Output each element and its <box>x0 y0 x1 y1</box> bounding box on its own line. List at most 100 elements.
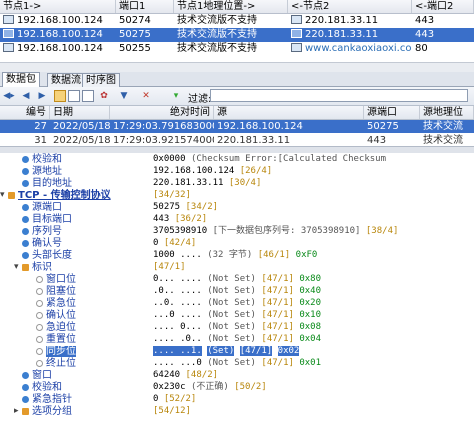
computer-icon <box>291 15 302 24</box>
packet-row-selected[interactable]: 27 2022/05/18 17:29:03.791683000 192.168… <box>0 120 474 133</box>
tree-row[interactable]: 源端口 50275 [34/2] <box>0 202 474 213</box>
tree-value: [47/1] <box>153 262 186 273</box>
field-icon <box>22 204 29 211</box>
col-geo[interactable]: 源地理位 <box>420 106 474 119</box>
field-offset: [34/2] <box>185 202 219 212</box>
tree-row[interactable]: 终止位 .... ...0 (Not Set) [47/1] 0x01 <box>0 358 474 369</box>
col-date[interactable]: 日期 <box>50 106 110 119</box>
col-time[interactable]: 绝对时间 <box>110 106 214 119</box>
field-comment: (32 字节) <box>207 250 253 260</box>
filter-toggle-icon[interactable]: ▾ <box>170 90 182 102</box>
bit-icon <box>36 312 43 319</box>
packet-sport: 443 <box>367 135 387 146</box>
tab-flows[interactable]: 数据流 <box>47 73 85 87</box>
nav-prev-icon[interactable]: ◀ <box>20 90 32 102</box>
filter-icon[interactable]: ▼ <box>118 90 130 102</box>
expand-icon[interactable]: ▸ <box>14 406 19 417</box>
field-icon <box>22 384 29 391</box>
packet-row[interactable]: 31 2022/05/18 17:29:03.921574000 220.181… <box>0 134 474 146</box>
session-row-selected[interactable]: 192.168.100.124 50275 技术交流版不支持 220.181.3… <box>0 28 474 42</box>
tree-row[interactable]: 源地址 192.168.100.124 [26/4] <box>0 166 474 177</box>
field-value: ..0. .... <box>153 298 202 308</box>
tree-row[interactable]: 校验和 0x0000 (Checksum Error:[Calculated Ch… <box>0 154 474 165</box>
nav-next-icon[interactable]: ▶ <box>36 90 48 102</box>
session-row[interactable]: 192.168.100.124 50274 技术交流版不支持 220.181.3… <box>0 14 474 28</box>
tree-row-selected[interactable]: 同步位 .... ..1. (Set) [47/1] 0x02 <box>0 346 474 357</box>
field-icon <box>22 216 29 223</box>
col-port2[interactable]: <-端口2 <box>412 0 474 13</box>
computer-icon <box>291 29 302 38</box>
field-comment: (Not Set) <box>207 334 256 344</box>
field-comment: (Not Set) <box>207 286 256 296</box>
packet-src: 192.168.100.124 <box>217 121 303 132</box>
field-offset: [47/1] <box>261 298 294 308</box>
field-offset: [47/1] <box>261 286 294 296</box>
col-sport[interactable]: 源端口 <box>364 106 420 119</box>
tree-row[interactable]: 确认号 0 [42/4] <box>0 238 474 249</box>
tree-row[interactable]: 重置位 .... .0.. (Not Set) [47/1] 0x04 <box>0 334 474 345</box>
filter-input[interactable] <box>210 89 468 102</box>
node-icon <box>22 264 29 271</box>
field-value: 192.168.100.124 <box>153 166 235 176</box>
collapse-icon[interactable]: ▾ <box>0 190 5 201</box>
packet-geo: 技术交流 <box>423 121 463 132</box>
field-comment: [下一数据包序列号: 3705398910] <box>212 226 361 236</box>
bit-icon <box>36 300 43 307</box>
view-mode-2-icon[interactable] <box>68 90 80 102</box>
tree-label: TCP - 传输控制协议 <box>18 190 111 201</box>
tree-value: .... 0... (Not Set) [47/1] 0x08 <box>153 322 321 333</box>
tree-row[interactable]: ▸ 选项分组 [54/12] <box>0 406 474 417</box>
tree-row[interactable]: ▾ 标识 [47/1] <box>0 262 474 273</box>
tree-row[interactable]: 急迫位 .... 0... (Not Set) [47/1] 0x08 <box>0 322 474 333</box>
tree-value: 192.168.100.124 [26/4] <box>153 166 272 177</box>
collapse-icon[interactable]: ▾ <box>14 262 19 273</box>
view-mode-3-icon[interactable] <box>82 90 94 102</box>
tree-row[interactable]: 窗口位 0... .... (Not Set) [47/1] 0x80 <box>0 274 474 285</box>
col-src[interactable]: 源 <box>214 106 364 119</box>
tree-row[interactable]: 校验和 0x230c (不正确) [50/2] <box>0 382 474 393</box>
tree-row[interactable]: 目标端口 443 [36/2] <box>0 214 474 225</box>
field-comment: (Checksum Error:[Calculated Checksum <box>190 154 387 164</box>
field-offset: [47/1] <box>239 346 273 356</box>
nav-first-icon[interactable]: ◀▸ <box>3 90 15 102</box>
color-icon[interactable]: ✿ <box>98 90 110 102</box>
clear-icon[interactable]: ✕ <box>140 90 152 102</box>
tree-row[interactable]: 头部长度 1000 .... (32 字节) [46/1] 0xF0 <box>0 250 474 261</box>
tree-label: 标识 <box>32 262 52 273</box>
field-offset: [47/1] <box>261 310 294 320</box>
tree-row[interactable]: 窗口 64240 [48/2] <box>0 370 474 381</box>
tree-row[interactable]: 阻塞位 .0.. .... (Not Set) [47/1] 0x40 <box>0 286 474 297</box>
field-value: .0.. .... <box>153 286 202 296</box>
session-port1: 50275 <box>119 29 151 40</box>
tree-value: 0... .... (Not Set) [47/1] 0x80 <box>153 274 321 285</box>
packet-date: 2022/05/18 <box>53 135 110 146</box>
tree-row[interactable]: ▾ TCP - 传输控制协议 [34/32] <box>0 190 474 201</box>
tree-value: 0x0000 (Checksum Error:[Calculated Check… <box>153 154 386 165</box>
tree-value: 443 [36/2] <box>153 214 207 225</box>
field-icon <box>22 168 29 175</box>
tree-row[interactable]: 确认位 ...0 .... (Not Set) [47/1] 0x10 <box>0 310 474 321</box>
col-node1[interactable]: 节点1-> <box>0 0 116 13</box>
tab-sequence[interactable]: 时序图 <box>82 73 120 87</box>
field-value: 1000 .... <box>153 250 202 260</box>
session-port1: 50274 <box>119 15 151 26</box>
tab-packets[interactable]: 数据包 <box>2 72 40 87</box>
computer-icon <box>3 29 14 38</box>
col-geo1[interactable]: 节点1地理位置-> <box>174 0 288 13</box>
field-hex: 0x20 <box>299 298 322 308</box>
col-no[interactable]: 编号 <box>0 106 50 119</box>
col-node2[interactable]: <-节点2 <box>288 0 412 13</box>
col-port1[interactable]: 端口1 <box>116 0 174 13</box>
tree-row[interactable]: 紧急位 ..0. .... (Not Set) [47/1] 0x20 <box>0 298 474 309</box>
tree-row[interactable]: 目的地址 220.181.33.11 [30/4] <box>0 178 474 189</box>
tree-value: .... .0.. (Not Set) [47/1] 0x04 <box>153 334 321 345</box>
field-hex: 0x80 <box>299 274 322 284</box>
tree-row[interactable]: 序列号 3705398910 [下一数据包序列号: 3705398910] [38… <box>0 226 474 237</box>
view-mode-1-icon[interactable] <box>54 90 66 102</box>
field-value: ...0 .... <box>153 310 202 320</box>
field-hex: 0x02 <box>277 346 300 356</box>
session-row[interactable]: 192.168.100.124 50255 技术交流版不支持 www.canka… <box>0 42 474 56</box>
bit-icon <box>36 336 43 343</box>
tree-label: 序列号 <box>32 226 62 237</box>
tree-row[interactable]: 紧急指针 0 [52/2] <box>0 394 474 405</box>
